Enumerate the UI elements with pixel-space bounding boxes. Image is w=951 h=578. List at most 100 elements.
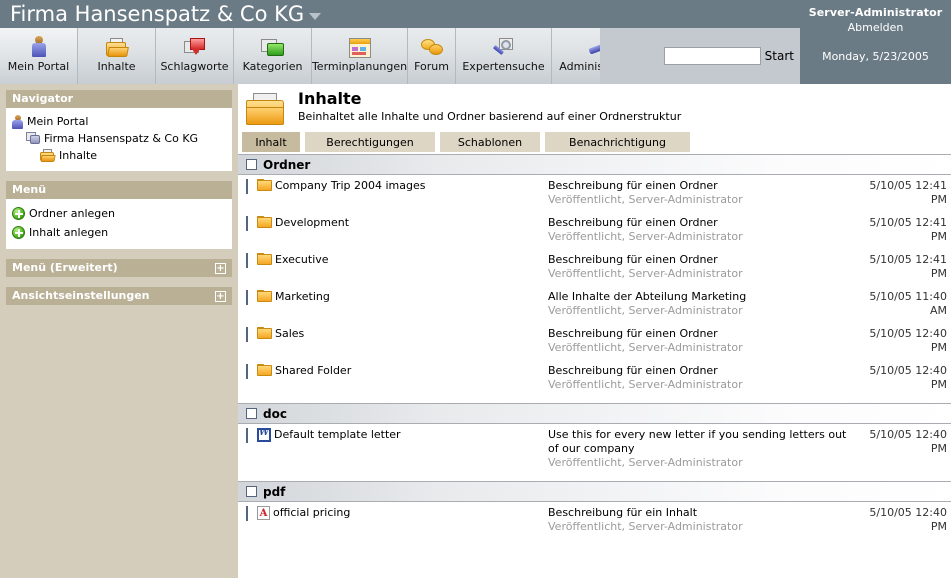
tree-item-firma-hansenspatz[interactable]: Firma Hansenspatz & Co KG (12, 130, 226, 147)
group-select-checkbox[interactable] (246, 486, 257, 497)
group-select-checkbox[interactable] (246, 408, 257, 419)
tab-label: Schablonen (457, 136, 523, 149)
row-name-cell: Marketing (248, 290, 548, 304)
group-header-pdf: pdf (238, 481, 951, 502)
tab-label: Inhalt (255, 136, 287, 149)
group-title: doc (263, 406, 287, 421)
menu-advanced-panel-header[interactable]: Menü (Erweitert) + (6, 259, 232, 277)
row-description-cell: Beschreibung für einen Ordner Veröffentl… (548, 179, 851, 207)
table-row[interactable]: Sales Beschreibung für einen Ordner Verö… (238, 323, 951, 360)
tab-benachrichtigung[interactable]: Benachrichtigung (545, 132, 690, 152)
row-description-cell: Beschreibung für ein Inhalt Veröffentlic… (548, 506, 851, 534)
row-status: Veröffentlicht, Server-Administrator (548, 520, 743, 533)
tab-inhalt[interactable]: Inhalt (242, 132, 300, 152)
row-status: Veröffentlicht, Server-Administrator (548, 456, 743, 469)
tree-item-inhalte[interactable]: Inhalte (12, 147, 226, 164)
row-name-link[interactable]: Sales (275, 327, 304, 341)
nav-tab-schlagworte[interactable]: Schlagworte (156, 28, 234, 84)
plus-circle-icon (12, 226, 25, 239)
menu-panel-title: Menü (12, 183, 47, 196)
tree-item-label: Inhalte (59, 149, 98, 162)
row-date: 5/10/05 12:40 PM (869, 506, 947, 533)
tag-bubble-icon (183, 32, 206, 58)
portal-icon (26, 132, 40, 145)
menu-item-inhalt-anlegen[interactable]: Inhalt anlegen (12, 223, 226, 242)
row-name-cell: Development (248, 216, 548, 230)
menu-item-label: Ordner anlegen (29, 207, 115, 220)
open-folder-icon (40, 149, 56, 162)
menu-item-ordner-anlegen[interactable]: Ordner anlegen (12, 204, 226, 223)
nav-tab-label: Kategorien (242, 60, 303, 73)
quick-search-area: Start (600, 28, 800, 84)
tab-schablonen[interactable]: Schablonen (440, 132, 540, 152)
row-description: Alle Inhalte der Abteilung Marketing (548, 290, 747, 303)
page-title: Inhalte (298, 89, 362, 108)
row-description-cell: Beschreibung für einen Ordner Veröffentl… (548, 216, 851, 244)
row-name-cell: Company Trip 2004 images (248, 179, 548, 193)
calendar-icon (348, 32, 371, 58)
nav-tab-forum[interactable]: Forum (408, 28, 456, 84)
folder-icon (257, 253, 272, 266)
page-subtitle: Beinhaltet alle Inhalte und Ordner basie… (298, 110, 682, 123)
row-name-link[interactable]: Company Trip 2004 images (275, 179, 425, 193)
table-row[interactable]: A official pricing Beschreibung für ein … (238, 502, 951, 539)
row-description: Use this for every new letter if you sen… (548, 428, 847, 455)
nav-tab-expertensuche[interactable]: Expertensuche (456, 28, 552, 84)
search-input[interactable] (663, 47, 761, 65)
plus-box-icon[interactable]: + (215, 290, 226, 302)
organization-title-label: Firma Hansenspatz & Co KG (10, 2, 305, 26)
menu-panel: Menü Ordner anlegen Inhalt anlegen (6, 181, 232, 249)
nav-tab-inhalte[interactable]: Inhalte (78, 28, 156, 84)
table-row[interactable]: Shared Folder Beschreibung für einen Ord… (238, 360, 951, 397)
row-description-cell: Use this for every new letter if you sen… (548, 428, 851, 470)
row-name-link[interactable]: Shared Folder (275, 364, 351, 378)
row-date: 5/10/05 12:40 PM (869, 364, 947, 391)
person-icon (31, 32, 47, 58)
content-area: Inhalte Beinhaltet alle Inhalte und Ordn… (238, 84, 951, 578)
logout-link[interactable]: Abmelden (800, 21, 951, 34)
current-date: Monday, 5/23/2005 (822, 50, 929, 63)
speech-bubbles-icon (420, 32, 443, 58)
nav-tab-label: Mein Portal (7, 60, 70, 73)
row-name-link[interactable]: Executive (275, 253, 329, 267)
user-info-block: Server-Administrator Abmelden Monday, 5/… (800, 0, 951, 84)
row-status: Veröffentlicht, Server-Administrator (548, 230, 743, 243)
row-name-link[interactable]: Development (275, 216, 349, 230)
group-header-doc: doc (238, 403, 951, 424)
table-row[interactable]: Development Beschreibung für einen Ordne… (238, 212, 951, 249)
nav-tab-mein-portal[interactable]: Mein Portal (0, 28, 78, 84)
row-date: 5/10/05 12:41 PM (869, 179, 947, 206)
table-row[interactable]: Company Trip 2004 images Beschreibung fü… (238, 175, 951, 212)
nav-tab-label: Expertensuche (462, 60, 545, 73)
menu-advanced-panel-title: Menü (Erweitert) (12, 261, 118, 274)
nav-tab-label: Terminplanungen (311, 60, 408, 73)
plus-circle-icon (12, 207, 25, 220)
row-name-link[interactable]: official pricing (273, 506, 350, 520)
view-settings-panel[interactable]: Ansichtseinstellungen + (6, 287, 232, 305)
group-title: Ordner (263, 157, 311, 172)
row-name-link[interactable]: Marketing (275, 290, 330, 304)
chevron-down-icon[interactable] (309, 12, 322, 20)
table-row[interactable]: Executive Beschreibung für einen Ordner … (238, 249, 951, 286)
tab-berechtigungen[interactable]: Berechtigungen (305, 132, 435, 152)
row-date: 5/10/05 12:41 PM (869, 216, 947, 243)
table-row[interactable]: W Default template letter Use this for e… (238, 424, 951, 475)
plus-box-icon[interactable]: + (215, 262, 226, 274)
nav-tab-terminplanungen[interactable]: Terminplanungen (312, 28, 408, 84)
organization-title[interactable]: Firma Hansenspatz & Co KG (10, 0, 322, 28)
tab-label: Benachrichtigung (569, 136, 666, 149)
row-name-link[interactable]: Default template letter (274, 428, 401, 442)
table-row[interactable]: Marketing Alle Inhalte der Abteilung Mar… (238, 286, 951, 323)
nav-tab-label: Schlagworte (160, 60, 229, 73)
group-select-checkbox[interactable] (246, 159, 257, 170)
row-date: 5/10/05 12:41 PM (869, 253, 947, 280)
view-settings-panel-title: Ansichtseinstellungen (12, 289, 150, 302)
tree-item-mein-portal[interactable]: Mein Portal (12, 113, 226, 130)
row-description: Beschreibung für einen Ordner (548, 179, 718, 192)
menu-advanced-panel[interactable]: Menü (Erweitert) + (6, 259, 232, 277)
start-search-button[interactable]: Start (765, 49, 794, 63)
nav-tab-kategorien[interactable]: Kategorien (234, 28, 312, 84)
navigator-panel-title: Navigator (12, 92, 74, 105)
view-settings-panel-header[interactable]: Ansichtseinstellungen + (6, 287, 232, 305)
group-header-ordner: Ordner (238, 154, 951, 175)
